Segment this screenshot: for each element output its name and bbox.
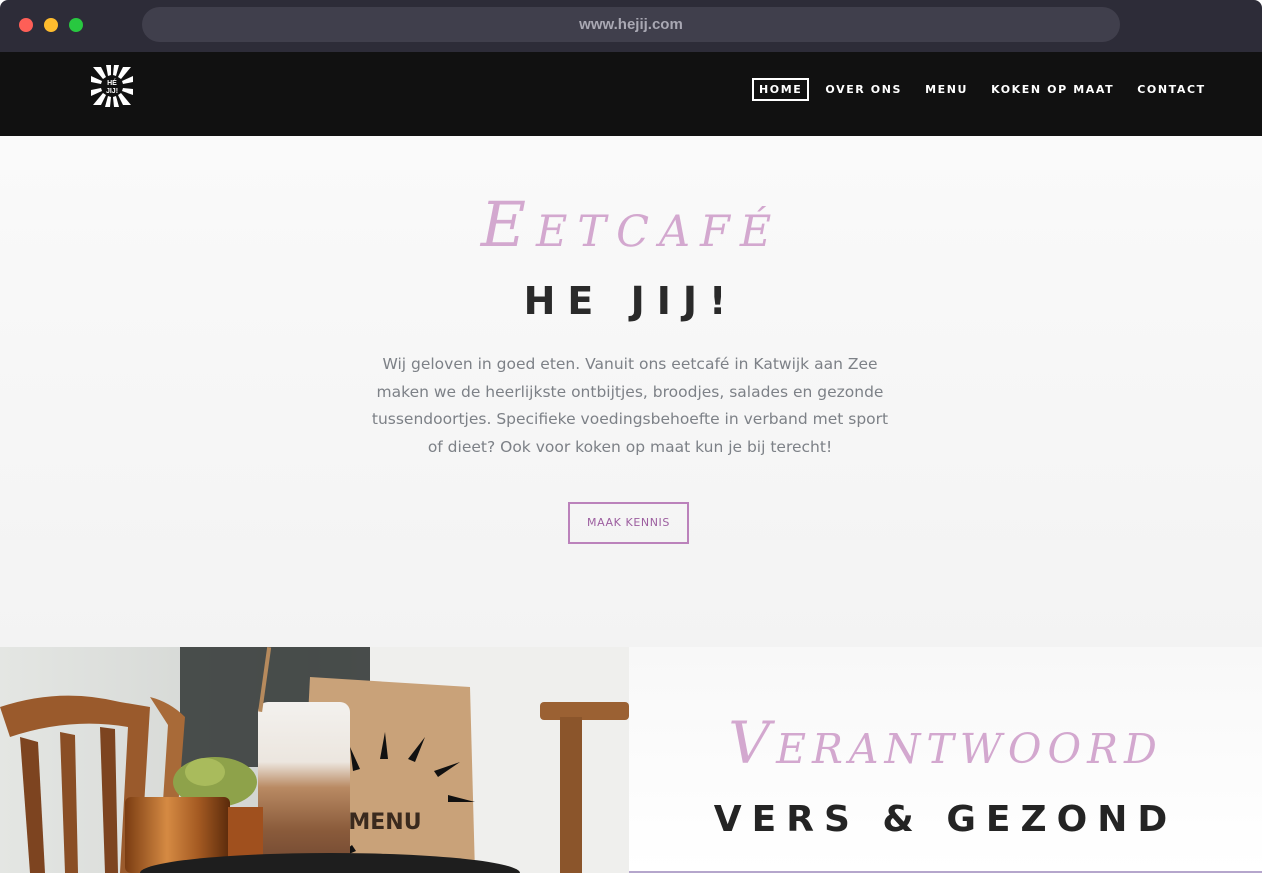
- svg-text:JIJ!: JIJ!: [106, 88, 118, 95]
- main-nav: HOME OVER ONS MENU KOKEN OP MAAT CONTACT: [752, 77, 1222, 101]
- hero-section: Eetcafé HE JIJ! Wij geloven in goed eten…: [0, 136, 1262, 647]
- hejij-logo[interactable]: HÉ JIJ!: [89, 63, 135, 109]
- hero-script-title: Eetcafé: [480, 188, 782, 261]
- minimize-window-button[interactable]: [44, 18, 58, 32]
- cafe-photo-illustration: MENU: [0, 647, 629, 873]
- hero-title: HE JIJ!: [523, 279, 739, 323]
- nav-item-over-ons[interactable]: OVER ONS: [818, 78, 909, 101]
- hero-intro-text: Wij geloven in goed eten. Vanuit ons eet…: [371, 355, 889, 456]
- cafe-photo: MENU: [0, 647, 629, 873]
- site-header: HÉ JIJ! HOME OVER ONS MENU KOKEN OP MAAT…: [0, 52, 1262, 136]
- feature-section: Verantwoord VERS & GEZOND: [629, 647, 1262, 873]
- menu-card-text: MENU: [348, 810, 421, 835]
- address-bar[interactable]: www.hejij.com: [142, 7, 1120, 42]
- maximize-window-button[interactable]: [69, 18, 83, 32]
- nav-item-koken-op-maat[interactable]: KOKEN OP MAAT: [984, 78, 1121, 101]
- feature-title: VERS & GEZOND: [713, 799, 1178, 840]
- nav-item-home[interactable]: HOME: [752, 77, 810, 101]
- maak-kennis-button[interactable]: MAAK KENNIS: [568, 502, 689, 544]
- close-window-button[interactable]: [19, 18, 33, 32]
- nav-item-contact[interactable]: CONTACT: [1130, 78, 1213, 101]
- browser-chrome: www.hejij.com: [0, 0, 1262, 52]
- logo-lettering: HÉ: [107, 78, 117, 87]
- feature-script-title: Verantwoord: [728, 709, 1163, 777]
- nav-item-menu[interactable]: MENU: [918, 78, 975, 101]
